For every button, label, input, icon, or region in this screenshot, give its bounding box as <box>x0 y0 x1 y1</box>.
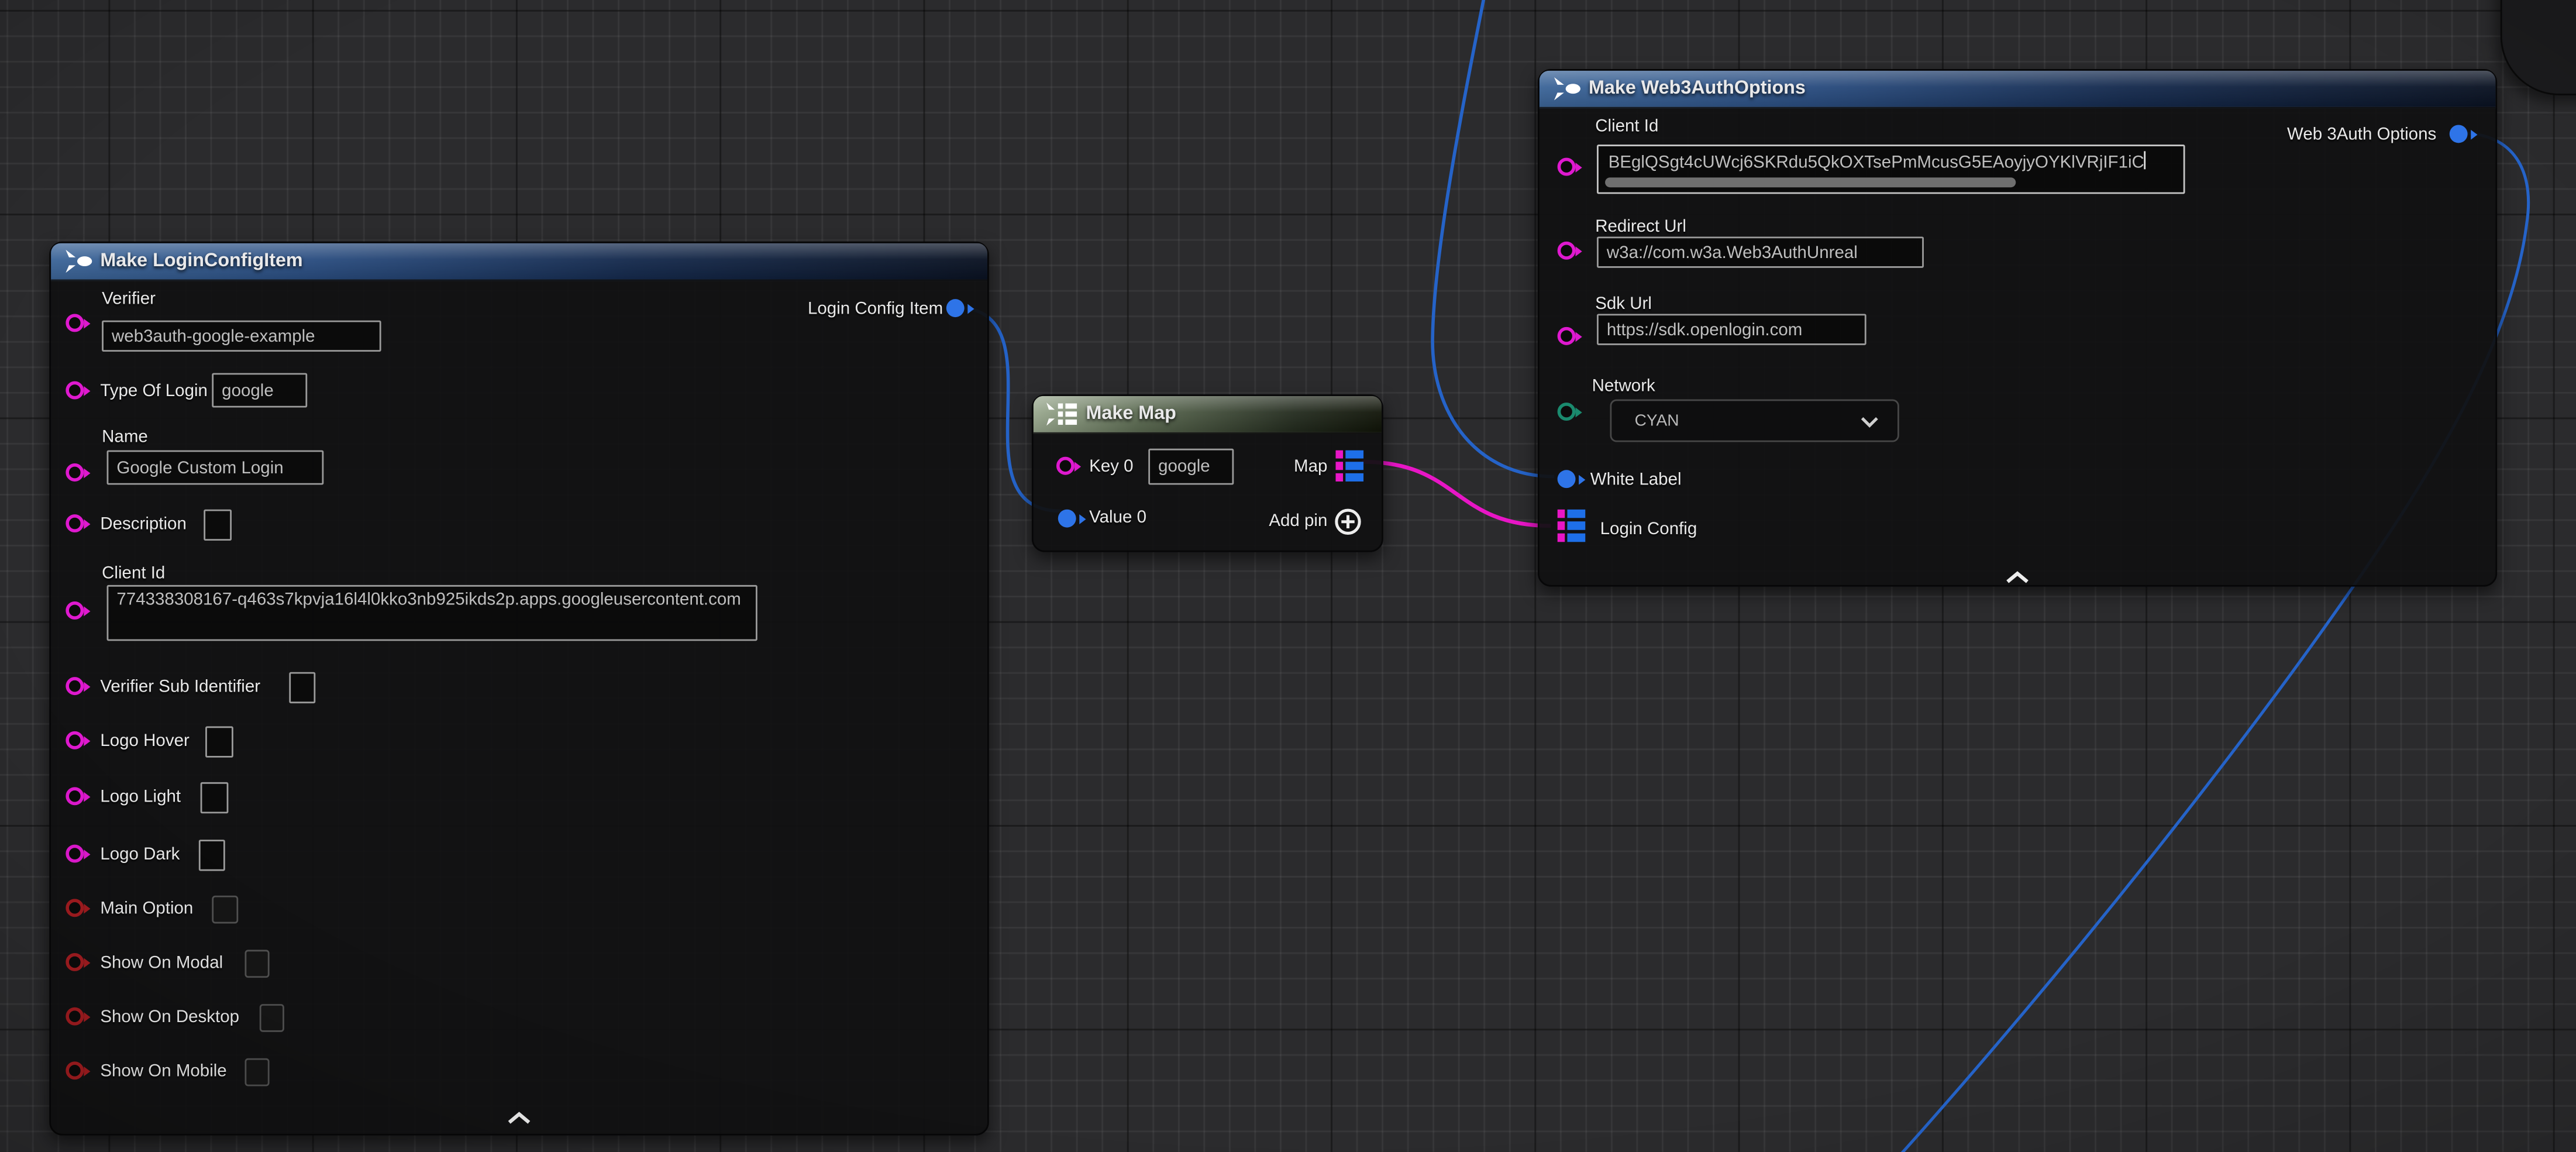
node-make-web3authoptions[interactable]: Make Web3AuthOptions Web 3Auth Options C… <box>1538 69 2497 587</box>
make-map-icon <box>1045 403 1079 434</box>
field-redirect-url[interactable]: w3a://com.w3a.Web3AuthUnreal <box>1597 236 1924 267</box>
label-redirect-url: Redirect Url <box>1595 215 1686 238</box>
field-verifier-sub-identifier[interactable] <box>289 672 315 703</box>
label-type-of-login: Type Of Login <box>100 380 208 403</box>
pin-redirect-url[interactable] <box>1558 242 1576 260</box>
field-client-id[interactable]: 774338308167-q463s7kpvja16l4l0kko3nb925i… <box>107 585 757 641</box>
checkbox-show-on-mobile[interactable] <box>244 1058 269 1086</box>
output-pin-label: Login Config Item <box>808 297 943 320</box>
field-description[interactable] <box>204 510 232 541</box>
field-client-id-text: BEglQSgt4cUWcj6SKRdu5QkOXTsePmMcusG5EAoy… <box>1609 153 2144 173</box>
label-verifier-sub-identifier: Verifier Sub Identifier <box>100 675 260 698</box>
pin-client-id[interactable] <box>1558 158 1576 176</box>
pin-name[interactable] <box>66 463 84 482</box>
label-main-option: Main Option <box>100 897 193 920</box>
node-title: Make Web3AuthOptions <box>1589 71 1806 107</box>
label-client-id: Client Id <box>102 562 165 585</box>
field-name[interactable]: Google Custom Login <box>107 451 324 485</box>
label-name: Name <box>102 425 148 448</box>
label-white-label: White Label <box>1590 468 1682 491</box>
pin-network[interactable] <box>1558 403 1576 421</box>
pin-show-on-mobile[interactable] <box>66 1061 84 1079</box>
pin-client-id[interactable] <box>66 601 84 620</box>
node-title: Make LoginConfigItem <box>100 243 302 280</box>
field-logo-light[interactable] <box>201 782 229 813</box>
label-client-id: Client Id <box>1595 115 1658 138</box>
label-map-out: Map <box>1294 455 1327 478</box>
pin-show-on-desktop[interactable] <box>66 1007 84 1026</box>
label-key0: Key 0 <box>1089 455 1133 478</box>
label-show-on-mobile: Show On Mobile <box>100 1060 226 1083</box>
label-login-config: Login Config <box>1600 518 1697 541</box>
label-show-on-modal: Show On Modal <box>100 951 223 974</box>
label-description: Description <box>100 513 187 535</box>
horizontal-scrollbar[interactable] <box>1605 177 2016 187</box>
node-make-loginconfigitem[interactable]: Make LoginConfigItem Login Config Item V… <box>49 242 989 1136</box>
label-verifier: Verifier <box>102 288 156 311</box>
field-sdk-url[interactable]: https://sdk.openlogin.com <box>1597 314 1866 345</box>
network-selected-value: CYAN <box>1635 401 1679 440</box>
node-header[interactable]: Make Web3AuthOptions <box>1540 71 2496 109</box>
node-make-map[interactable]: Make Map Key 0 google Map Value 0 Add pi… <box>1032 394 1383 552</box>
collapse-chevron-icon[interactable] <box>2005 563 2031 593</box>
label-logo-hover: Logo Hover <box>100 730 190 752</box>
field-key0[interactable]: google <box>1148 449 1234 485</box>
pin-login-config[interactable] <box>1558 510 1586 551</box>
label-sdk-url: Sdk Url <box>1595 293 1652 315</box>
pin-verifier[interactable] <box>66 314 84 332</box>
node-header[interactable]: Make LoginConfigItem <box>51 243 987 281</box>
field-logo-hover[interactable] <box>205 726 233 757</box>
label-network: Network <box>1592 374 1655 397</box>
field-logo-dark[interactable] <box>199 840 225 871</box>
pin-main-option[interactable] <box>66 899 84 917</box>
pin-login-config-item-out[interactable] <box>946 299 965 317</box>
label-value0: Value 0 <box>1089 506 1146 529</box>
pin-logo-dark[interactable] <box>66 845 84 863</box>
pin-logo-hover[interactable] <box>66 731 84 749</box>
pin-key0[interactable] <box>1056 457 1075 475</box>
checkbox-show-on-modal[interactable] <box>244 950 269 978</box>
collapse-chevron-icon[interactable] <box>506 1104 532 1134</box>
pin-sdk-url[interactable] <box>1558 327 1576 345</box>
output-pin-label: Web 3Auth Options <box>2287 123 2436 146</box>
checkbox-show-on-desktop[interactable] <box>260 1004 284 1032</box>
make-struct-icon <box>64 250 94 281</box>
pin-logo-light[interactable] <box>66 787 84 805</box>
label-show-on-desktop: Show On Desktop <box>100 1006 239 1029</box>
field-type-of-login[interactable]: google <box>212 373 307 408</box>
pin-web3auth-options-out[interactable] <box>2450 125 2468 143</box>
checkbox-main-option[interactable] <box>212 896 238 924</box>
node-header[interactable]: Make Map <box>1034 396 1382 434</box>
label-logo-light: Logo Light <box>100 786 181 809</box>
add-pin-icon[interactable] <box>1334 508 1362 544</box>
label-add-pin: Add pin <box>1269 510 1327 532</box>
pin-white-label[interactable] <box>1558 470 1576 488</box>
chevron-down-icon <box>1859 416 1879 434</box>
pin-description[interactable] <box>66 514 84 532</box>
label-logo-dark: Logo Dark <box>100 843 180 866</box>
network-dropdown[interactable]: CYAN <box>1610 400 1899 442</box>
pin-verifier-sub-identifier[interactable] <box>66 677 84 695</box>
pin-type-of-login[interactable] <box>66 381 84 400</box>
text-caret <box>2144 151 2146 169</box>
field-client-id[interactable]: BEglQSgt4cUWcj6SKRdu5QkOXTsePmMcusG5EAoy… <box>1597 145 2185 194</box>
make-struct-icon <box>1552 77 1582 108</box>
pin-value0[interactable] <box>1058 510 1076 528</box>
node-title: Make Map <box>1086 396 1176 432</box>
pin-map-out[interactable] <box>1335 451 1363 490</box>
wire-offscreen-to-whitelabel[interactable] <box>1432 0 1554 477</box>
pin-show-on-modal[interactable] <box>66 953 84 971</box>
blueprint-canvas[interactable]: Make LoginConfigItem Login Config Item V… <box>0 0 2576 1152</box>
field-verifier[interactable]: web3auth-google-example <box>102 321 381 352</box>
